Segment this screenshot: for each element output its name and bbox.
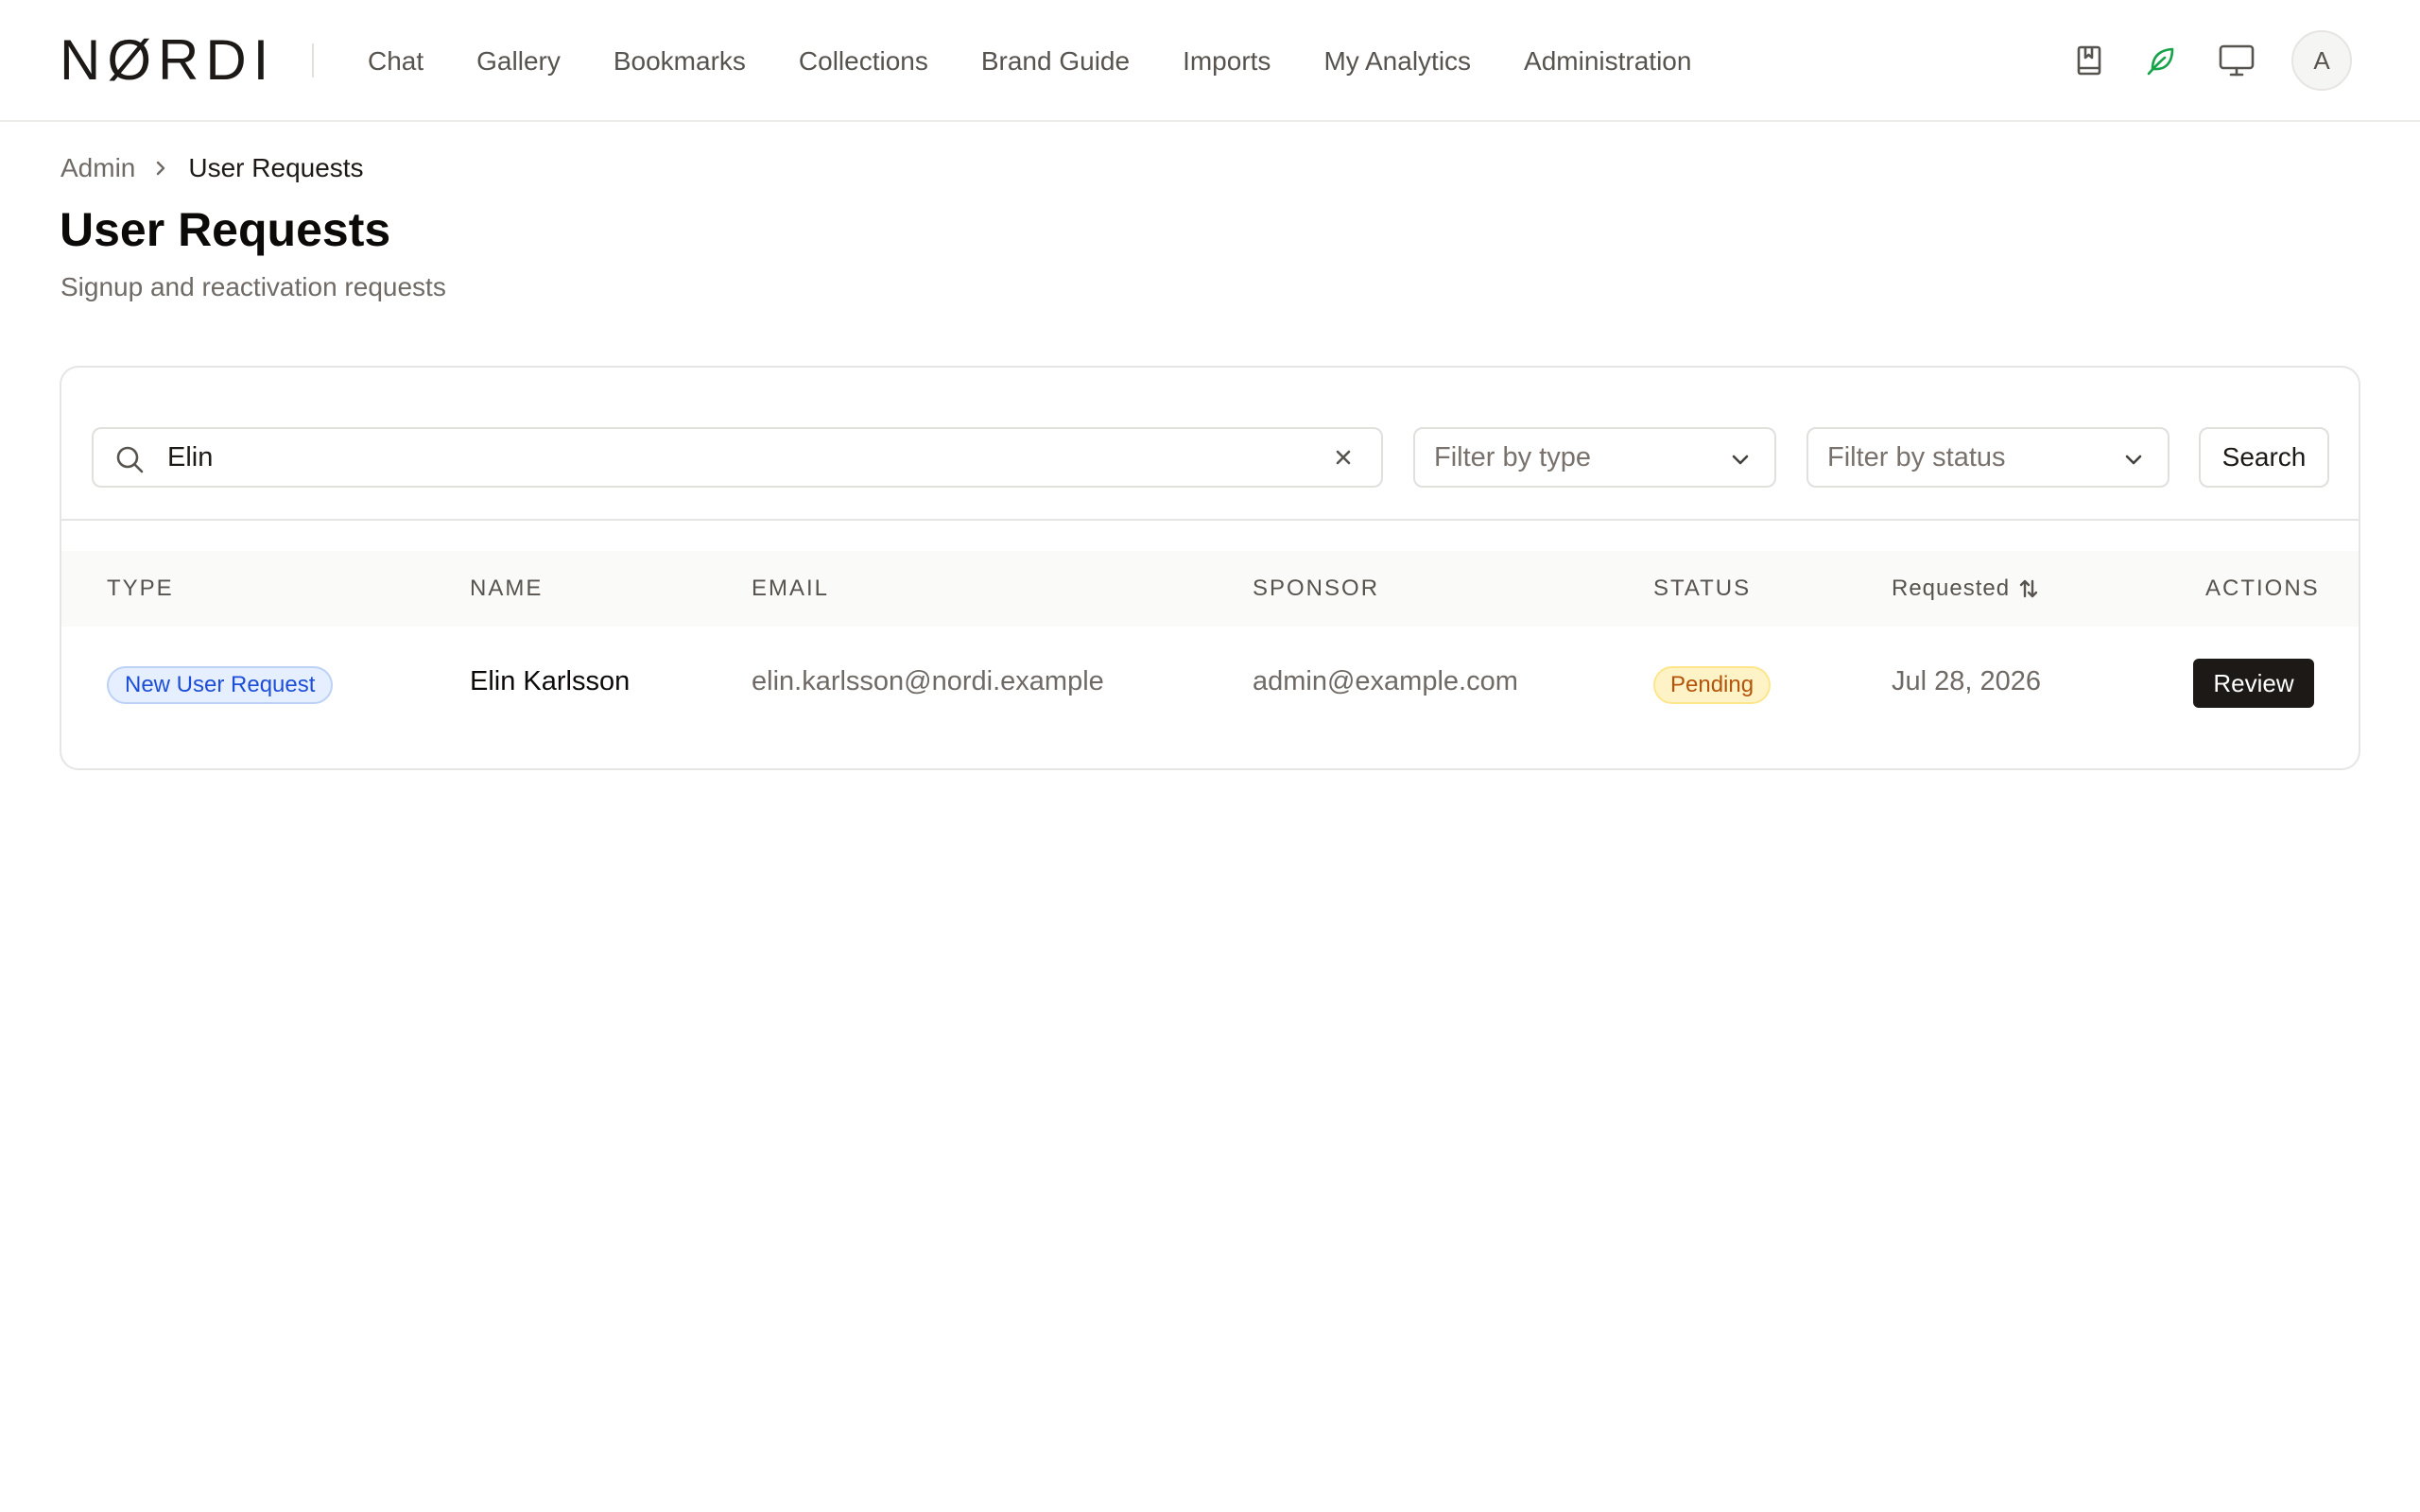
breadcrumb: Admin User Requests [60, 153, 364, 183]
type-badge: New User Request [107, 666, 334, 704]
bookmark-book-icon[interactable] [2068, 40, 2110, 81]
leaf-icon[interactable] [2140, 40, 2182, 81]
filter-bar: Filter by type Filter by status Search [61, 368, 2359, 521]
type-filter-placeholder: Filter by type [1434, 442, 1591, 472]
close-icon[interactable] [1332, 446, 1355, 473]
chevron-right-icon [154, 159, 167, 178]
column-header-sponsor: SPONSOR [1253, 576, 1380, 601]
column-header-actions: ACTIONS [2205, 576, 2320, 601]
status-badge: Pending [1653, 666, 1772, 704]
avatar[interactable]: A [2291, 30, 2352, 91]
requests-card: Filter by type Filter by status Search T… [60, 366, 2360, 770]
sort-icon [2017, 577, 2040, 600]
nav-item-chat[interactable]: Chat [368, 46, 424, 77]
column-header-requested[interactable]: Requested [1892, 576, 2040, 602]
top-navigation-bar: NØRDI Chat Gallery Bookmarks Collections… [0, 0, 2420, 122]
status-filter-select[interactable]: Filter by status [1806, 427, 2169, 488]
column-header-name: NAME [470, 576, 544, 601]
column-header-email: EMAIL [752, 576, 830, 601]
logo-divider [312, 43, 314, 77]
column-header-requested-label: Requested [1892, 576, 2011, 601]
nav-item-collections[interactable]: Collections [799, 46, 928, 77]
cell-requested: Jul 28, 2026 [1892, 666, 2042, 696]
breadcrumb-current: User Requests [188, 153, 364, 182]
nav-item-administration[interactable]: Administration [1524, 46, 1691, 77]
chevron-down-icon [1729, 448, 1752, 475]
main-nav: Chat Gallery Bookmarks Collections Brand… [368, 0, 1744, 122]
cell-email: elin.karlsson@nordi.example [752, 666, 1104, 696]
table-row: New User Request Elin Karlsson elin.karl… [61, 627, 2359, 740]
search-input[interactable] [167, 437, 1302, 478]
page-title: User Requests [60, 203, 391, 256]
column-header-status: STATUS [1653, 576, 1752, 601]
nav-item-bookmarks[interactable]: Bookmarks [614, 46, 746, 77]
nav-item-imports[interactable]: Imports [1183, 46, 1270, 77]
cell-sponsor: admin@example.com [1253, 666, 1518, 696]
page-subtitle: Signup and reactivation requests [60, 272, 446, 301]
status-filter-placeholder: Filter by status [1827, 442, 2006, 472]
type-filter-select[interactable]: Filter by type [1413, 427, 1776, 488]
chevron-down-icon [2122, 448, 2145, 475]
breadcrumb-admin-link[interactable]: Admin [60, 153, 135, 183]
search-icon [114, 444, 145, 479]
nav-item-gallery[interactable]: Gallery [476, 46, 561, 77]
review-button[interactable]: Review [2193, 659, 2314, 708]
search-button[interactable]: Search [2199, 427, 2329, 488]
monitor-icon[interactable] [2216, 40, 2257, 81]
column-header-type: TYPE [107, 576, 174, 601]
table-header: TYPE NAME EMAIL SPONSOR STATUS Requested… [61, 551, 2359, 627]
app-logo[interactable]: NØRDI [60, 32, 275, 89]
cell-name: Elin Karlsson [470, 666, 631, 696]
nav-item-my-analytics[interactable]: My Analytics [1323, 46, 1471, 77]
nav-item-brand-guide[interactable]: Brand Guide [981, 46, 1130, 77]
search-box[interactable] [92, 427, 1383, 488]
